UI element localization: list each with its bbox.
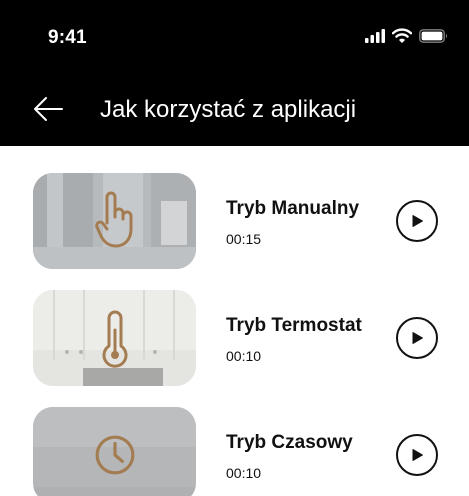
battery-icon [419,28,449,48]
video-duration: 00:10 [226,348,262,364]
header-bar: 9:41 Jak korzystać z aplikacji [0,0,469,146]
video-duration: 00:10 [226,465,262,481]
page-title: Jak korzystać z aplikacji [100,96,357,123]
thermometer-icon [102,310,128,368]
video-item-timer[interactable]: Tryb Czasowy 00:10 [0,407,469,496]
video-item-manual[interactable]: Tryb Manualny 00:15 [0,173,469,269]
video-title: Tryb Czasowy [226,432,353,453]
video-title: Tryb Termostat [226,315,362,336]
play-button[interactable] [396,434,438,476]
signal-icon [365,28,385,48]
video-title: Tryb Manualny [226,198,360,219]
hand-pointer-icon [95,191,133,248]
play-icon [412,215,423,227]
video-item-thermostat[interactable]: Tryb Termostat 00:10 [0,290,469,386]
video-duration: 00:15 [226,231,262,247]
play-icon [412,449,423,461]
app-screen: 9:41 Jak korzystać z aplikacji Tryb Manu… [0,0,469,496]
video-thumbnail[interactable] [33,290,196,386]
play-button[interactable] [396,200,438,242]
video-thumbnail[interactable] [33,407,196,496]
back-button[interactable] [30,92,66,126]
status-icons [365,28,449,48]
status-time: 9:41 [48,27,87,48]
video-thumbnail[interactable] [33,173,196,269]
wifi-icon [391,28,413,48]
title-row: Jak korzystać z aplikacji [0,86,469,132]
arrow-left-icon [34,97,63,121]
clock-icon [95,435,135,475]
play-button[interactable] [396,317,438,359]
play-icon [412,332,423,344]
